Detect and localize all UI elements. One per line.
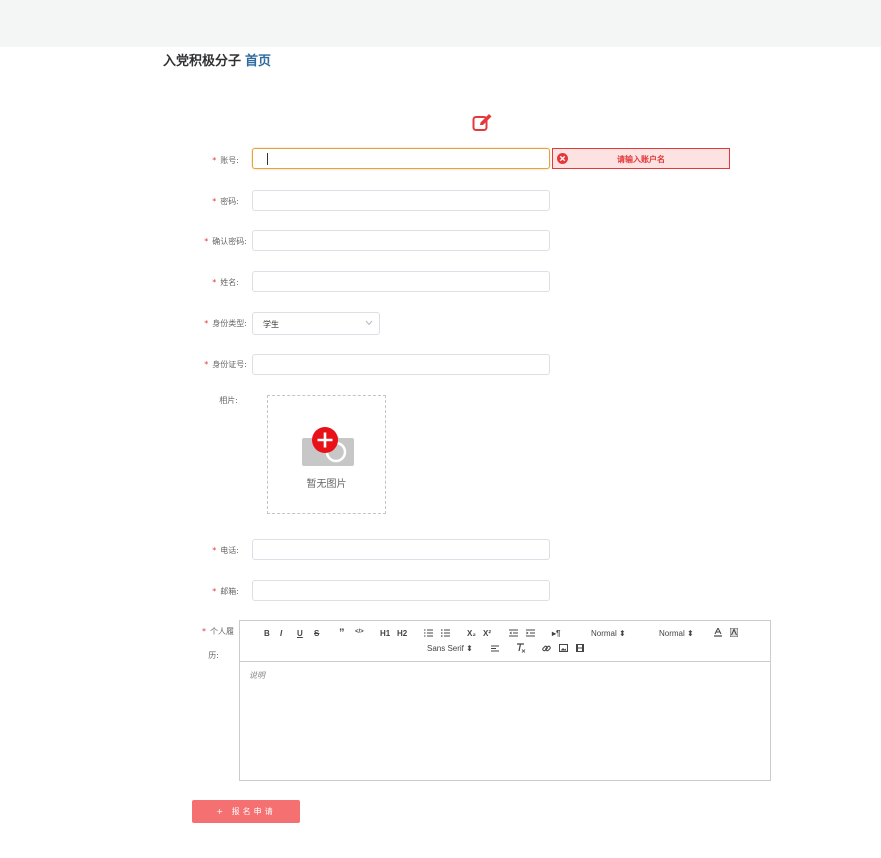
background-color-icon[interactable] (730, 628, 738, 637)
underline-button[interactable]: U (297, 629, 303, 638)
resume-label-cont: 历: (208, 651, 219, 660)
editor-placeholder: 说明 (249, 671, 265, 680)
clear-format-icon[interactable] (516, 643, 526, 653)
breadcrumb: 入党积极分子 首页 (163, 50, 271, 69)
upload-empty-text: 暂无图片 (306, 479, 347, 490)
chevron-down-icon (365, 320, 373, 326)
subscript-button[interactable]: X₂ (467, 629, 476, 638)
align-icon[interactable] (491, 645, 499, 652)
identity-type-select[interactable]: 学生 (252, 312, 380, 335)
top-bar (0, 0, 881, 47)
password-input[interactable] (252, 190, 550, 211)
outdent-icon[interactable] (509, 629, 518, 637)
submit-application-button[interactable]: + 报名申请 (192, 800, 300, 823)
confirm-password-input[interactable] (252, 230, 550, 251)
font-select[interactable]: Sans Serif ⬍ (427, 644, 473, 653)
ordered-list-icon[interactable] (424, 629, 433, 637)
resume-label: * 个人履 (202, 627, 234, 636)
text-color-icon[interactable] (714, 628, 722, 637)
id-number-label: * 身份证号: (204, 360, 247, 369)
italic-button[interactable]: I (280, 629, 282, 638)
superscript-button[interactable]: X² (483, 629, 491, 638)
phone-input[interactable] (252, 539, 550, 560)
header-2-button[interactable]: H2 (397, 629, 407, 638)
camera-add-icon (302, 427, 354, 466)
bold-button[interactable]: B (264, 629, 270, 638)
id-number-input[interactable] (252, 354, 550, 375)
edit-icon (472, 114, 492, 131)
code-block-button[interactable]: </> (355, 629, 364, 635)
name-input[interactable] (252, 271, 550, 292)
rich-text-editor: B I U S ” </> H1 H2 X₂ X² ▸¶ Normal ⬍ No… (239, 620, 771, 781)
photo-upload[interactable]: 暂无图片 (267, 395, 386, 514)
password-label: * 密码: (212, 197, 239, 206)
blockquote-button[interactable]: ” (339, 627, 345, 639)
bullet-list-icon[interactable] (441, 629, 450, 637)
email-input[interactable] (252, 580, 550, 601)
video-icon[interactable] (576, 644, 584, 652)
indent-icon[interactable] (526, 629, 535, 637)
phone-label: * 电话: (212, 546, 239, 555)
account-error-tooltip: 请输入账户名 (552, 148, 730, 169)
header-select[interactable]: Normal ⬍ (659, 629, 694, 638)
header-1-button[interactable]: H1 (380, 629, 390, 638)
breadcrumb-current: 入党积极分子 (163, 54, 242, 69)
link-icon[interactable] (542, 644, 551, 653)
identity-type-value: 学生 (263, 320, 279, 329)
name-label: * 姓名: (212, 278, 239, 287)
editor-content-area[interactable]: 说明 (240, 662, 770, 780)
size-select[interactable]: Normal ⬍ (591, 629, 626, 638)
identity-type-label: * 身份类型: (204, 319, 247, 328)
image-icon[interactable] (559, 644, 568, 652)
account-error-text: 请输入账户名 (617, 155, 665, 164)
account-input[interactable] (252, 148, 550, 169)
account-label: * 账号: (212, 156, 239, 165)
confirm-password-label: * 确认密码: (204, 237, 247, 246)
text-caret (267, 153, 268, 165)
editor-toolbar: B I U S ” </> H1 H2 X₂ X² ▸¶ Normal ⬍ No… (240, 621, 770, 662)
breadcrumb-home-link[interactable]: 首页 (245, 54, 271, 69)
photo-label: 相片: (219, 396, 238, 405)
strike-button[interactable]: S (314, 629, 319, 638)
email-label: * 邮箱: (212, 587, 239, 596)
text-direction-button[interactable]: ▸¶ (552, 629, 560, 638)
